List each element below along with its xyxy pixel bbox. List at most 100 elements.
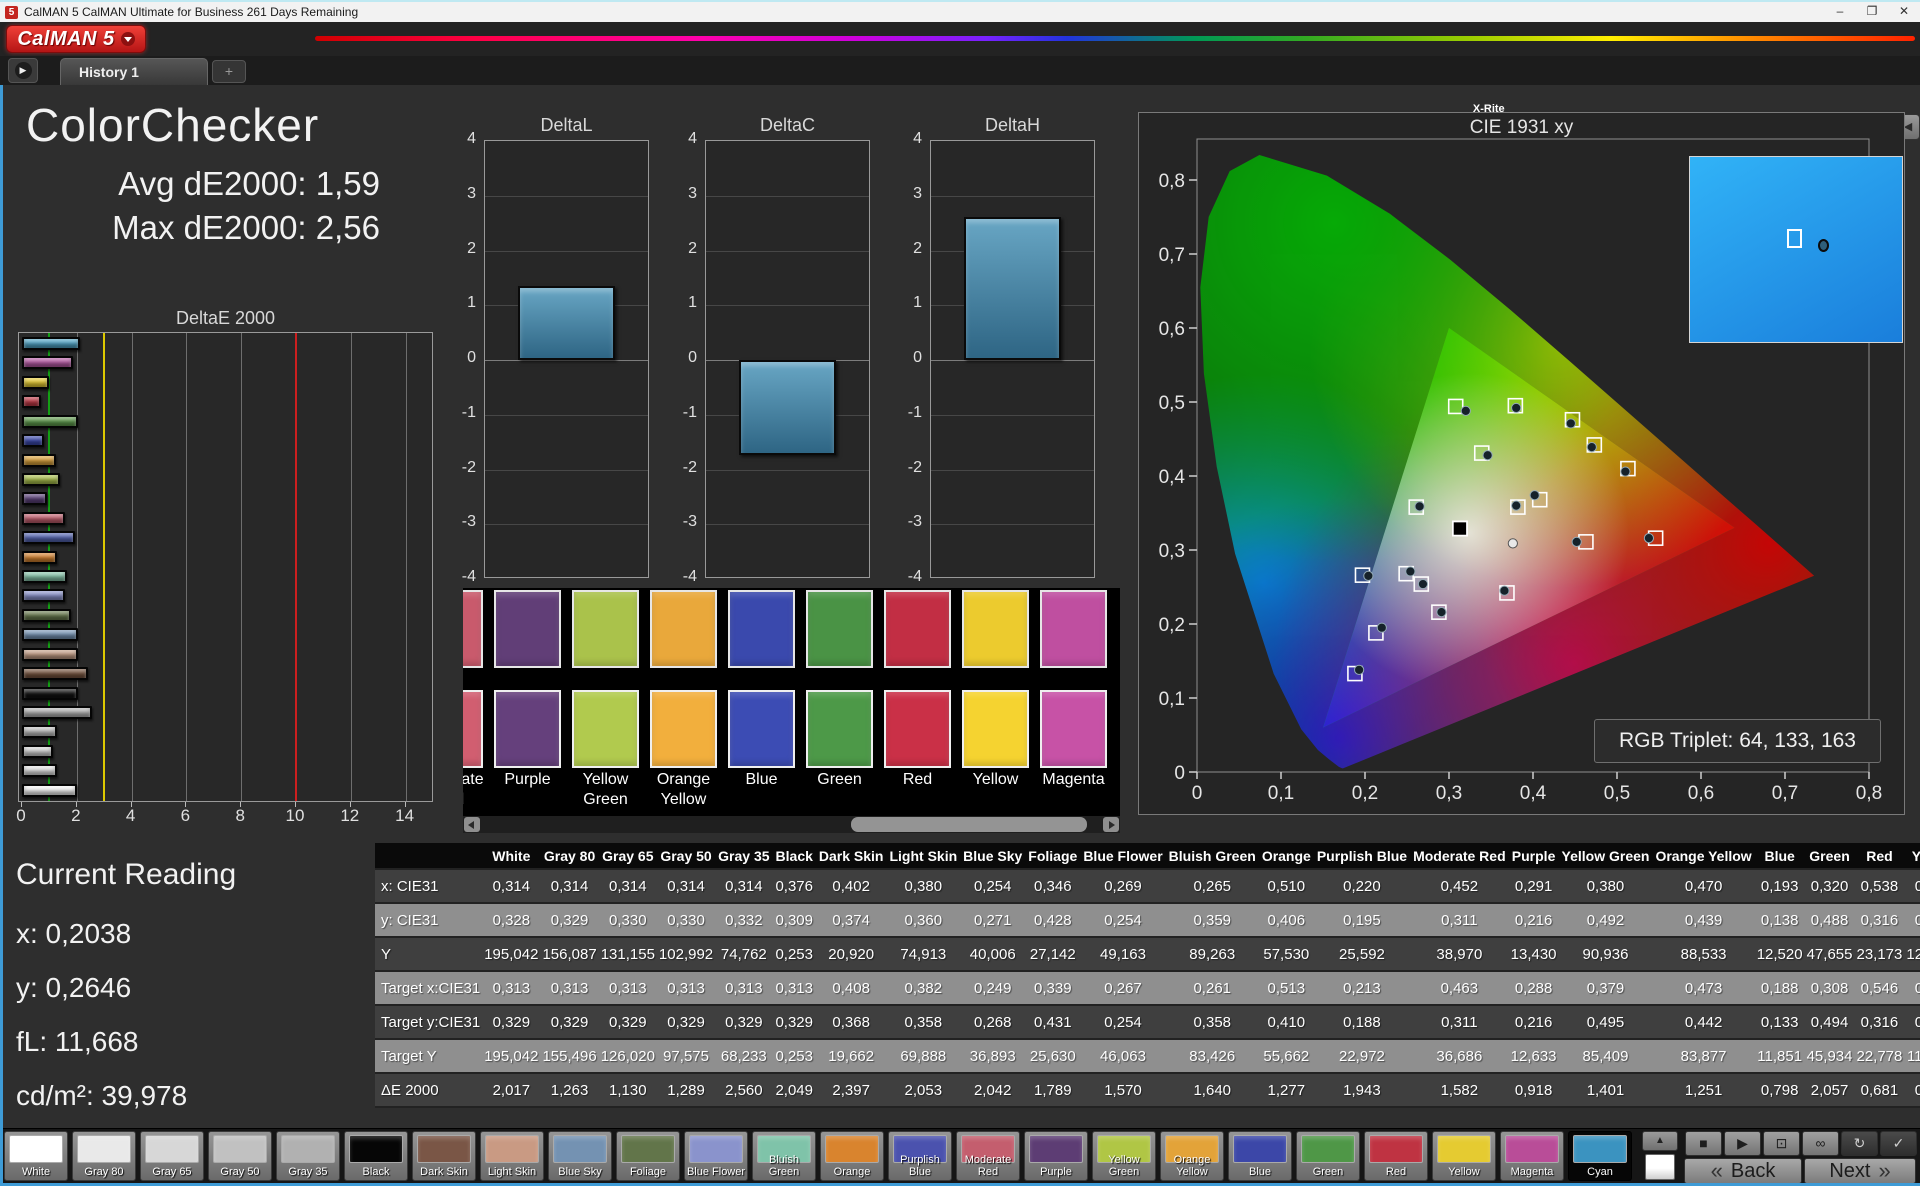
patch-button-cyan[interactable]: Cyan [1568,1131,1632,1181]
patch-button-red[interactable]: Red [1364,1131,1428,1181]
table-cell: 195,042 [482,1039,541,1073]
table-cell: 47,655 [1804,937,1855,971]
patch-button-purple[interactable]: Purple [1024,1131,1088,1181]
patch-button-gray-65[interactable]: Gray 65 [140,1131,204,1181]
pattern-up-button[interactable]: ▲ [1642,1131,1678,1151]
patch-button-dark-skin[interactable]: Dark Skin [412,1131,476,1181]
y-tick-label: -3 [461,513,476,531]
refresh-button[interactable]: ↻ [1841,1131,1878,1156]
measured-dot-cyan [1363,570,1374,581]
patch-button-moderate-red[interactable]: Moderate Red [956,1131,1020,1181]
table-cell: 1,570 [1080,1073,1166,1107]
confirm-button[interactable]: ✓ [1880,1131,1917,1156]
tab-history-1[interactable]: History 1 [60,58,208,85]
patch-button-light-skin[interactable]: Light Skin [480,1131,544,1181]
patch-button-yellow-green[interactable]: Yellow Green [1092,1131,1156,1181]
table-cell: 0,314 [715,869,773,903]
y-tick-label: 1 [467,294,476,312]
patch-button-label: Blue Sky [558,1166,602,1178]
svg-text:0,4: 0,4 [1159,467,1186,488]
patch-button-bluish-green[interactable]: Bluish Green [752,1131,816,1181]
patch-button-label: Blue Flower [686,1166,746,1178]
patch-button-blue-flower[interactable]: Blue Flower [684,1131,748,1181]
max-de2000-value: Max dE2000: 2,56 [112,209,380,246]
svg-text:0,7: 0,7 [1772,783,1798,804]
patch-button-blue[interactable]: Blue [1228,1131,1292,1181]
measured-dot-blue-sky [1405,566,1416,577]
svg-text:0,5: 0,5 [1159,393,1185,414]
patch-button-white[interactable]: White [4,1131,68,1181]
single-measure-button[interactable]: ⊡ [1763,1131,1800,1156]
table-cell: 0,471 [1904,903,1920,937]
page-title: ColorChecker [26,99,320,151]
table-cell: 45,934 [1804,1039,1855,1073]
measured-dot-orange-yellow [1586,442,1597,453]
play-button[interactable]: ▶ [1724,1131,1761,1156]
table-cell: 0,249 [960,971,1026,1005]
table-cell: 0,216 [1508,903,1559,937]
measured-dot-black [1507,538,1518,549]
table-row-x-cie31: x: CIE31 0,314 0,314 0,314 0,314 0,314 0,376 0,… [375,869,1920,903]
table-cell: 0,329 [482,1005,541,1039]
y-tick-label: 3 [913,184,922,202]
calman-logo-button[interactable]: CalMAN 5 [6,25,146,53]
table-cell: 0,220 [1313,869,1411,903]
patch-button-gray-50[interactable]: Gray 50 [208,1131,272,1181]
y-tick-label: -4 [461,568,476,585]
patch-button-foliage[interactable]: Foliage [616,1131,680,1181]
back-button[interactable]: « Back [1684,1158,1802,1184]
patch-button-purplish-blue[interactable]: Purplish Blue [888,1131,952,1181]
table-row-target-y: Target Y 195,042 155,496 126,020 97,575 68,23… [375,1039,1920,1073]
deltae-bar-purple [22,492,48,506]
patch-button-magenta[interactable]: Magenta [1500,1131,1564,1181]
reading-x-value: x: 0,2038 [16,918,132,949]
minimize-button[interactable]: – [1824,2,1856,22]
row-label: x: CIE31 [375,869,483,903]
continuous-measure-button[interactable]: ∞ [1802,1131,1839,1156]
table-cell: 0,431 [1025,1005,1081,1039]
table-cell: 0,288 [1508,971,1559,1005]
y-tick-label: 4 [688,130,697,147]
table-cell: 89,263 [1165,937,1259,971]
table-cell: 83,426 [1165,1039,1259,1073]
table-cell: 0,380 [886,869,961,903]
tab-scroll-button[interactable]: ▶ [8,58,38,83]
row-label: y: CIE31 [375,903,483,937]
patch-swatch [1437,1135,1491,1163]
patch-button-orange-yellow[interactable]: Orange Yellow [1160,1131,1224,1181]
table-cell: 12,633 [1508,1039,1559,1073]
table-cell: 0,442 [1652,1005,1755,1039]
patch-button-blue-sky[interactable]: Blue Sky [548,1131,612,1181]
deltae-bar-light-skin [22,647,79,661]
column-header-gray-80: Gray 80 [540,843,599,869]
stop-button[interactable]: ■ [1685,1131,1722,1156]
column-header-orange-yellow: Orange Yellow [1652,843,1755,869]
column-header-white: White [482,843,541,869]
scroll-left-icon[interactable] [464,817,480,832]
scrollbar-thumb[interactable] [850,817,1088,832]
target-square-black [1452,520,1468,537]
logo-bar: CalMAN 5 [0,22,1920,56]
add-tab-button[interactable]: + [212,60,246,83]
patch-button-yellow[interactable]: Yellow [1432,1131,1496,1181]
next-button[interactable]: Next » [1804,1158,1916,1184]
patch-button-black[interactable]: Black [344,1131,408,1181]
maximize-button[interactable]: ❐ [1856,2,1888,22]
patch-labels-row: Moderate Red Purple Yellow Green Orange Yel… [463,770,1107,810]
table-cell: 2,397 [815,1073,887,1107]
patch-button-orange[interactable]: Orange [820,1131,884,1181]
table-cell: 1,130 [598,1073,657,1107]
patch-button-label: Dark Skin [420,1166,468,1178]
patch-button-green[interactable]: Green [1296,1131,1360,1181]
patch-button-gray-35[interactable]: Gray 35 [276,1131,340,1181]
measured-dot-dark-skin [1529,490,1540,501]
close-button[interactable]: ✕ [1888,2,1920,22]
pattern-window-button[interactable] [1645,1154,1675,1180]
scroll-right-icon[interactable] [1103,817,1119,832]
patch-button-gray-80[interactable]: Gray 80 [72,1131,136,1181]
patch-label: Green [817,771,862,788]
svg-text:0,1: 0,1 [1268,783,1294,804]
table-cell: 0,447 [1904,971,1920,1005]
deltae-bar-blue-flower [22,589,66,603]
strip-scrollbar[interactable] [463,816,1120,833]
